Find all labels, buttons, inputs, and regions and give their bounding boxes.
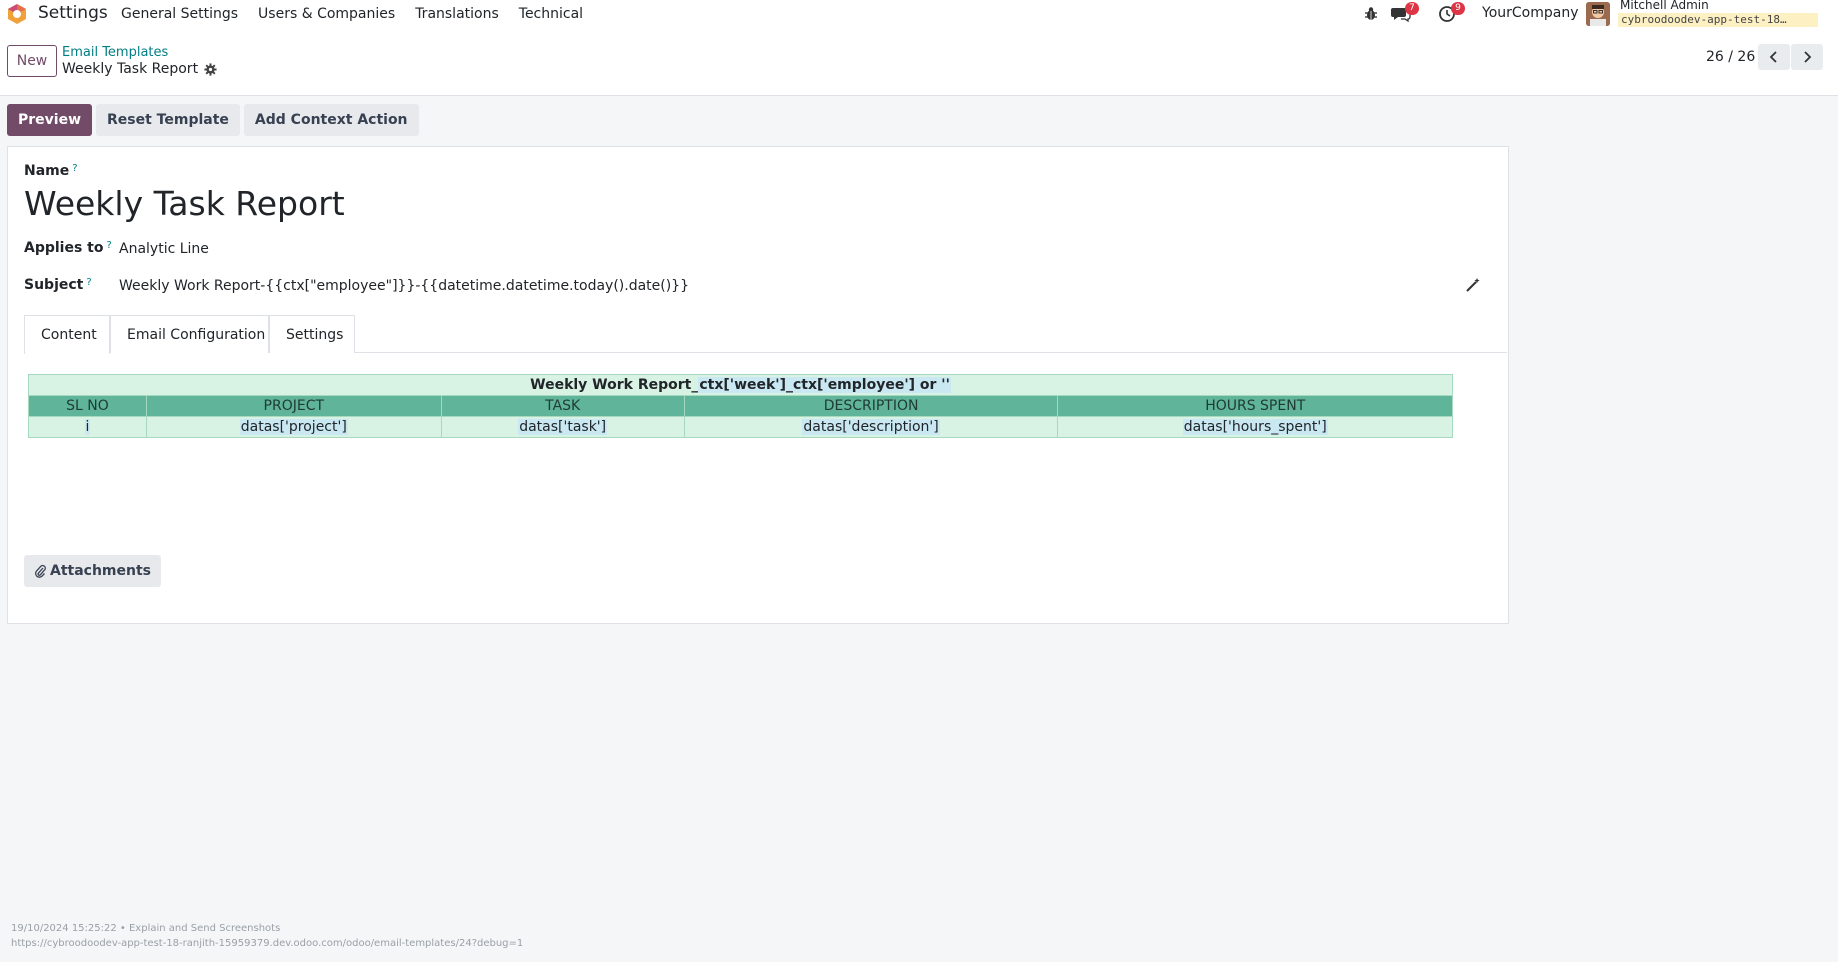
magic-wand-icon[interactable] — [1465, 277, 1481, 293]
column-header-project: PROJECT — [145, 395, 442, 417]
paperclip-icon — [35, 564, 46, 578]
odoo-app-icon[interactable] — [6, 3, 28, 25]
gear-icon[interactable] — [204, 62, 217, 76]
activities-badge: 9 — [1451, 2, 1465, 15]
chevron-right-icon — [1804, 51, 1812, 63]
column-header-sl-no: SL NO — [28, 395, 147, 417]
subject-label: Subject? — [24, 277, 92, 293]
tab-content[interactable]: Content — [24, 315, 110, 354]
screenshot-url: https://cybroodoodev-app-test-18-ranjith… — [11, 938, 524, 949]
breadcrumb-current: Weekly Task Report — [62, 61, 217, 77]
subject-label-text: Subject — [24, 277, 84, 293]
cell-task-expr: datas['task'] — [518, 419, 608, 435]
name-label-text: Name — [24, 163, 70, 179]
attachments-button[interactable]: Attachments — [24, 555, 162, 587]
pager-value[interactable]: 26 / 26 — [1706, 49, 1755, 65]
column-header-task: TASK — [440, 395, 685, 417]
column-header-description: DESCRIPTION — [683, 395, 1059, 417]
subject-field[interactable]: Weekly Work Report-{{ctx["employee"]}}-{… — [119, 278, 689, 294]
name-label: Name? — [24, 163, 78, 179]
user-name[interactable]: Mitchell Admin — [1620, 0, 1709, 12]
tab-email-configuration[interactable]: Email Configuration — [110, 315, 269, 353]
app-title[interactable]: Settings — [38, 3, 108, 23]
applies-to-help-tooltip[interactable]: ? — [107, 240, 112, 251]
cell-hours-spent: datas['hours_spent'] — [1057, 416, 1453, 438]
main-menu: General Settings Users & Companies Trans… — [111, 0, 593, 28]
table-title-cell: Weekly Work Report_ctx['week']_ctx['empl… — [28, 374, 1453, 396]
tab-settings[interactable]: Settings — [269, 315, 355, 353]
menu-translations[interactable]: Translations — [405, 6, 509, 22]
menu-technical[interactable]: Technical — [509, 6, 593, 22]
top-navbar: Settings General Settings Users & Compan… — [0, 0, 1838, 28]
company-switcher[interactable]: YourCompany — [1482, 5, 1579, 21]
user-avatar[interactable] — [1586, 2, 1610, 26]
new-button[interactable]: New — [7, 45, 57, 77]
action-bar: Preview Reset Template Add Context Actio… — [7, 104, 419, 136]
subject-help-tooltip[interactable]: ? — [86, 277, 91, 288]
screenshot-timestamp: 19/10/2024 15:25:22 • Explain and Send S… — [11, 923, 281, 934]
cell-project: datas['project'] — [145, 416, 442, 438]
cell-task: datas['task'] — [440, 416, 685, 438]
reset-template-button[interactable]: Reset Template — [96, 104, 240, 136]
cell-project-expr: datas['project'] — [239, 419, 348, 435]
menu-users-companies[interactable]: Users & Companies — [248, 6, 405, 22]
table-title-expression: ctx['week']_ctx['employee'] or '' — [698, 377, 951, 393]
preview-button[interactable]: Preview — [7, 104, 93, 136]
applies-to-label-text: Applies to — [24, 240, 104, 256]
messages-badge: 7 — [1405, 2, 1419, 15]
applies-to-field[interactable]: Analytic Line — [119, 241, 209, 257]
cell-hours-spent-expr: datas['hours_spent'] — [1182, 419, 1328, 435]
attachments-label: Attachments — [50, 563, 152, 579]
chevron-left-icon — [1769, 51, 1777, 63]
table-header-row: SL NO PROJECT TASK DESCRIPTION HOURS SPE… — [28, 395, 1453, 417]
cell-description: datas['description'] — [683, 416, 1059, 438]
breadcrumb-current-label: Weekly Task Report — [62, 61, 199, 77]
pager-next-button[interactable] — [1791, 44, 1823, 70]
name-field[interactable]: Weekly Task Report — [24, 184, 345, 223]
notebook-tabs: Content Email Configuration Settings — [24, 315, 1507, 354]
cell-sl-no: i — [28, 416, 147, 438]
breadcrumb-email-templates[interactable]: Email Templates — [62, 45, 168, 60]
menu-general-settings[interactable]: General Settings — [111, 6, 248, 22]
column-header-hours-spent: HOURS SPENT — [1057, 395, 1453, 417]
add-context-action-button[interactable]: Add Context Action — [243, 104, 419, 136]
table-row: i datas['project'] datas['task'] datas['… — [28, 416, 1453, 438]
name-help-tooltip[interactable]: ? — [72, 163, 77, 174]
avatar-image-icon — [1586, 2, 1610, 26]
debug-bug-icon[interactable] — [1362, 5, 1380, 23]
form-sheet: Name? Weekly Task Report Applies to? Ana… — [7, 146, 1509, 624]
cell-sl-no-expr: i — [84, 419, 91, 435]
cell-description-expr: datas['description'] — [802, 419, 940, 435]
table-title-prefix: Weekly Work Report_ — [530, 377, 699, 393]
applies-to-label: Applies to? — [24, 240, 112, 256]
database-name: cybroodoodev-app-test-18… — [1618, 13, 1818, 27]
email-body-table[interactable]: Weekly Work Report_ctx['week']_ctx['empl… — [28, 374, 1453, 438]
table-title-row: Weekly Work Report_ctx['week']_ctx['empl… — [28, 374, 1453, 396]
pager-previous-button[interactable] — [1758, 44, 1790, 70]
control-panel: New Email Templates Weekly Task Report 2… — [0, 28, 1838, 96]
